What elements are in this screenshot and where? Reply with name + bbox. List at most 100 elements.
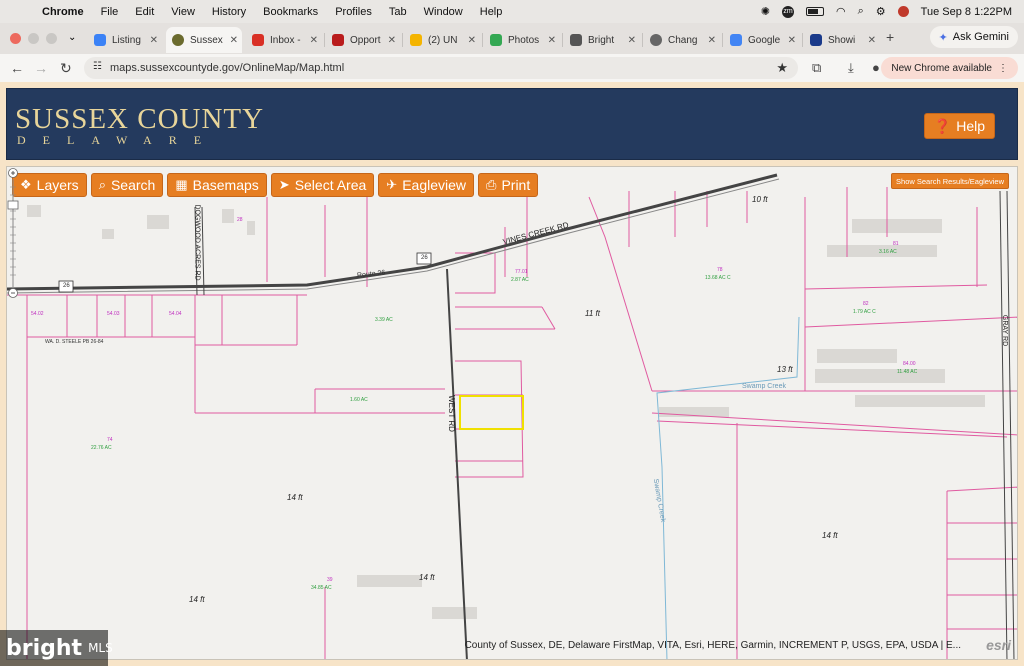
select-area-button[interactable]: ➤ Select Area (270, 173, 375, 197)
close-tab-icon[interactable]: ✕ (548, 35, 556, 46)
menu-history[interactable]: History (212, 6, 246, 18)
battery-icon[interactable] (806, 7, 825, 16)
parcel-line (541, 306, 556, 330)
selected-parcel[interactable] (459, 395, 524, 430)
minimize-window-button[interactable] (28, 33, 39, 44)
parcel-acreage: 22.76 AC (91, 445, 112, 451)
reload-icon[interactable]: ↻ (60, 60, 72, 77)
close-tab-icon[interactable]: ✕ (868, 35, 876, 46)
help-icon: ❓ (933, 117, 952, 134)
parcel-number: 84.00 (903, 361, 916, 367)
maximize-window-button[interactable] (46, 33, 57, 44)
parcel-number: 39 (327, 577, 333, 583)
show-search-results-button[interactable]: Show Search Results/Eagleview (891, 173, 1009, 189)
menu-edit[interactable]: Edit (135, 6, 154, 18)
tab-separator (482, 33, 483, 47)
menu-profiles[interactable]: Profiles (335, 6, 372, 18)
layers-button[interactable]: ❖ Layers (12, 173, 87, 197)
menu-file[interactable]: File (101, 6, 119, 18)
close-tab-icon[interactable]: ✕ (150, 35, 158, 46)
zoom-handle[interactable] (7, 200, 19, 210)
control-center-icon[interactable]: ⚙ (876, 5, 886, 18)
menubar-datetime[interactable]: Tue Sep 8 1:22PM (921, 6, 1012, 18)
tab-list-icon[interactable]: ⌄ (68, 32, 76, 43)
brightness-icon[interactable]: ✺ (761, 5, 770, 18)
tab-listing[interactable]: Listing ✕ (88, 27, 162, 53)
building (815, 369, 945, 383)
menu-view[interactable]: View (171, 6, 195, 18)
site-logo-subtitle: DELAWARE (17, 133, 219, 147)
search-label: Search (110, 177, 156, 193)
back-arrow-icon[interactable]: ← (10, 60, 24, 76)
tab-opport[interactable]: Opport ✕ (326, 27, 400, 53)
url-text: maps.sussexcountyde.gov/OnlineMap/Map.ht… (110, 62, 345, 74)
site-logo-title[interactable]: SUSSEX COUNTY (15, 103, 264, 136)
search-button[interactable]: ⌕ Search (90, 173, 164, 197)
close-tab-icon[interactable]: ✕ (788, 35, 796, 46)
close-tab-icon[interactable]: ✕ (628, 35, 636, 46)
tab-un[interactable]: (2) UN ✕ (404, 27, 480, 53)
url-field[interactable]: ☷ maps.sussexcountyde.gov/OnlineMap/Map.… (84, 57, 798, 79)
parcel-acreage: 11.48 AC (897, 369, 918, 375)
tab-photos[interactable]: Photos ✕ (484, 27, 560, 53)
search-icon[interactable]: ⌕ (858, 5, 864, 18)
menu-app-name[interactable]: Chrome (42, 6, 84, 18)
road-gray-rd-edge (1006, 190, 1015, 659)
macos-menubar: Chrome File Edit View History Bookmarks … (0, 0, 1024, 23)
map-toolbar: ❖ Layers ⌕ Search ▦ Basemaps ➤ Select Area ✈… (12, 173, 539, 197)
close-tab-icon[interactable]: ✕ (468, 35, 476, 46)
close-tab-icon[interactable]: ✕ (310, 35, 318, 46)
listing-favicon-icon (94, 34, 106, 46)
tab-inbox[interactable]: Inbox - ✕ (246, 27, 322, 53)
tab-label: Inbox - (270, 34, 301, 46)
tab-bright[interactable]: Bright ✕ (564, 27, 640, 53)
change-favicon-icon (650, 34, 662, 46)
sussex-favicon-icon (172, 34, 184, 46)
ask-gemini-button[interactable]: ✦ Ask Gemini (929, 26, 1018, 48)
site-info-icon[interactable]: ☷ (93, 61, 102, 72)
tab-showing[interactable]: Showi ✕ (804, 27, 880, 53)
menu-bookmarks[interactable]: Bookmarks (263, 6, 318, 18)
print-button[interactable]: ⎙ Print (478, 173, 539, 197)
profile-icon[interactable]: ● (872, 60, 880, 75)
close-tab-icon[interactable]: ✕ (708, 35, 716, 46)
help-button[interactable]: ❓ Help (923, 113, 995, 139)
tab-google[interactable]: Google ✕ (724, 27, 800, 53)
tab-change[interactable]: Chang ✕ (644, 27, 720, 53)
google-favicon-icon (730, 34, 742, 46)
parcel-number: 54.03 (107, 311, 120, 317)
forward-arrow-icon[interactable]: → (34, 60, 48, 76)
parcel-lines (7, 187, 1017, 659)
close-window-button[interactable] (10, 33, 21, 44)
map-view[interactable]: VINES CREEK RD DOGWOOD ACRES RD WEST RD … (6, 166, 1018, 660)
menu-tab[interactable]: Tab (389, 6, 407, 18)
building (357, 575, 422, 587)
parcel-acreage: 2.87 AC (511, 277, 529, 283)
parcel-acreage: 13.68 AC C (705, 275, 731, 281)
tab-separator (402, 33, 403, 47)
user-avatar-icon[interactable] (897, 6, 909, 17)
tab-sussex[interactable]: Sussex ✕ (166, 27, 242, 53)
close-tab-icon[interactable]: ✕ (230, 35, 238, 46)
zoom-app-icon[interactable]: zm (782, 5, 795, 18)
extensions-icon[interactable]: ⧉ (812, 60, 821, 76)
bookmark-star-icon[interactable]: ★ (776, 60, 788, 76)
menu-window[interactable]: Window (424, 6, 463, 18)
new-chrome-available-button[interactable]: New Chrome available ⋮ (881, 57, 1018, 79)
new-tab-icon[interactable]: + (886, 29, 894, 45)
basemaps-button[interactable]: ▦ Basemaps (167, 173, 267, 197)
download-icon[interactable]: ⤓ (848, 60, 854, 76)
map-attribution: County of Sussex, DE, Delaware FirstMap,… (464, 640, 961, 651)
buildings (27, 205, 985, 619)
close-tab-icon[interactable]: ✕ (388, 35, 396, 46)
more-menu-icon[interactable]: ⋮ (998, 63, 1008, 74)
eagleview-button[interactable]: ✈ Eagleview (378, 173, 475, 197)
new-chrome-label: New Chrome available (891, 62, 992, 74)
building (222, 209, 234, 223)
zoom-slider[interactable] (7, 167, 19, 299)
parcel-line (588, 196, 653, 392)
menu-help[interactable]: Help (480, 6, 503, 18)
printer-icon: ⎙ (486, 177, 497, 192)
layers-label: Layers (36, 177, 79, 193)
wifi-icon[interactable]: ◠ (836, 5, 846, 18)
